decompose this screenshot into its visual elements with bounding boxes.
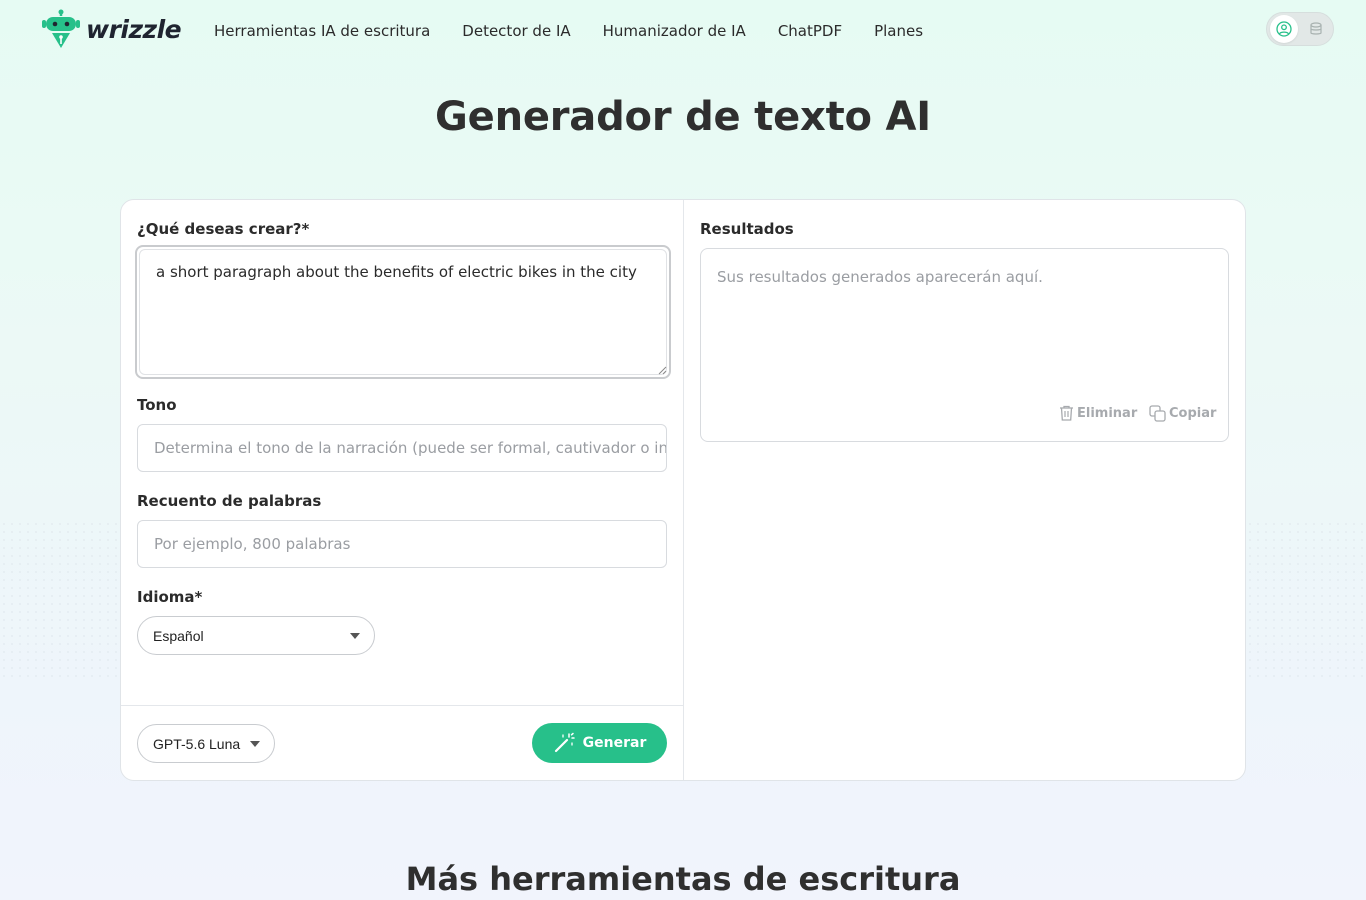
brand-logo[interactable]: wrizzle bbox=[42, 9, 182, 49]
nav-item-writing-tools[interactable]: Herramientas IA de escritura bbox=[214, 22, 430, 40]
model-selected-value: GPT-5.6 Luna bbox=[153, 735, 241, 752]
user-button[interactable] bbox=[1270, 15, 1298, 43]
copy-button[interactable]: Copiar bbox=[1149, 405, 1216, 422]
word-count-label: Recuento de palabras bbox=[137, 492, 322, 510]
input-panel: ¿Qué deseas crear?* a short paragraph ab… bbox=[121, 200, 684, 780]
delete-button[interactable]: Eliminar bbox=[1059, 405, 1137, 421]
trash-icon bbox=[1060, 405, 1073, 421]
nav-item-chatpdf[interactable]: ChatPDF bbox=[778, 22, 842, 40]
page-title: Generador de texto AI bbox=[435, 94, 931, 140]
nav-item-plans[interactable]: Planes bbox=[874, 22, 923, 40]
prompt-textarea[interactable]: a short paragraph about the benefits of … bbox=[139, 249, 667, 375]
results-placeholder: Sus resultados generados aparecerán aquí… bbox=[717, 268, 1043, 286]
credits-button[interactable] bbox=[1306, 19, 1326, 39]
robot-pen-icon bbox=[42, 9, 80, 48]
delete-button-label: Eliminar bbox=[1077, 405, 1138, 421]
caret-down-icon bbox=[250, 741, 260, 747]
generate-button-label: Generar bbox=[582, 735, 647, 751]
model-select[interactable]: GPT-5.6 Luna bbox=[137, 724, 275, 763]
decorative-dots-right bbox=[1246, 520, 1366, 680]
user-icon bbox=[1276, 21, 1292, 37]
prompt-label: ¿Qué deseas crear?* bbox=[137, 220, 310, 238]
nav-item-ai-detector[interactable]: Detector de IA bbox=[462, 22, 570, 40]
tone-input[interactable]: Determina el tono de la narración (puede… bbox=[137, 424, 667, 472]
language-label: Idioma* bbox=[137, 588, 203, 606]
results-panel: Resultados Sus resultados generados apar… bbox=[684, 200, 1245, 780]
results-label: Resultados bbox=[700, 220, 794, 238]
panel-divider bbox=[121, 705, 684, 706]
magic-wand-icon bbox=[554, 732, 575, 753]
site-header: wrizzle Herramientas IA de escritura Det… bbox=[0, 0, 1366, 64]
caret-down-icon bbox=[350, 633, 360, 639]
account-toggle[interactable] bbox=[1266, 12, 1334, 46]
nav-item-ai-humanizer[interactable]: Humanizador de IA bbox=[603, 22, 746, 40]
generate-button[interactable]: Generar bbox=[532, 723, 667, 763]
decorative-dots-left bbox=[0, 520, 130, 680]
generator-card: ¿Qué deseas crear?* a short paragraph ab… bbox=[120, 199, 1246, 781]
word-count-input[interactable]: Por ejemplo, 800 palabras bbox=[137, 520, 667, 568]
more-tools-heading: Más herramientas de escritura bbox=[405, 860, 961, 898]
database-icon bbox=[1310, 22, 1322, 35]
brand-name: wrizzle bbox=[86, 14, 182, 44]
resize-handle-icon[interactable] bbox=[657, 365, 667, 375]
tone-label: Tono bbox=[137, 396, 177, 414]
language-select[interactable]: Español bbox=[137, 616, 375, 655]
results-output[interactable]: Sus resultados generados aparecerán aquí… bbox=[700, 248, 1229, 442]
prompt-field-focus-ring: a short paragraph about the benefits of … bbox=[135, 245, 671, 379]
language-selected-value: Español bbox=[153, 627, 204, 644]
copy-button-label: Copiar bbox=[1169, 406, 1217, 421]
copy-icon bbox=[1149, 405, 1166, 422]
main-nav: Herramientas IA de escritura Detector de… bbox=[214, 22, 923, 40]
